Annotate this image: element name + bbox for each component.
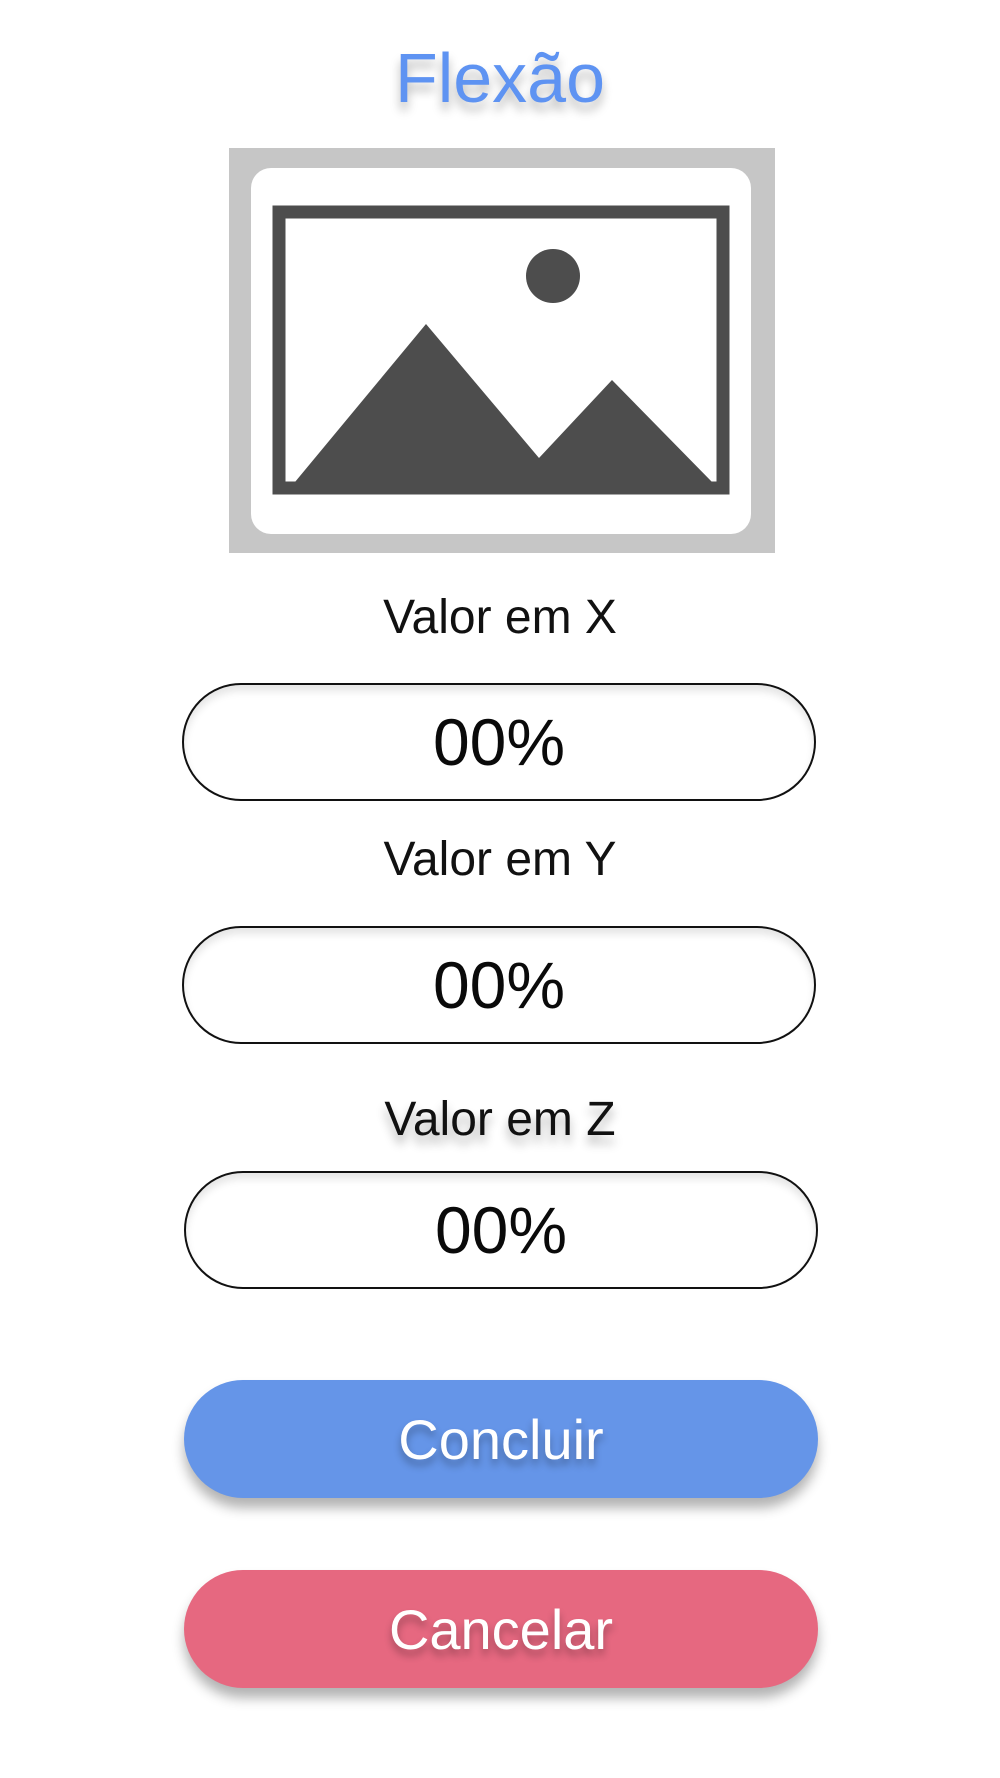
image-placeholder-icon xyxy=(229,148,775,553)
y-value-input[interactable] xyxy=(182,926,816,1044)
y-value-label: Valor em Y xyxy=(383,833,617,886)
z-value-input[interactable] xyxy=(184,1171,818,1289)
page-title: Flexão xyxy=(394,39,606,117)
image-placeholder xyxy=(229,148,775,553)
x-value-label: Valor em X xyxy=(383,591,617,644)
z-value-label: Valor em Z xyxy=(384,1093,616,1146)
x-value-input[interactable] xyxy=(182,683,816,801)
cancel-button[interactable]: Cancelar xyxy=(184,1570,818,1688)
confirm-button[interactable]: Concluir xyxy=(184,1380,818,1498)
